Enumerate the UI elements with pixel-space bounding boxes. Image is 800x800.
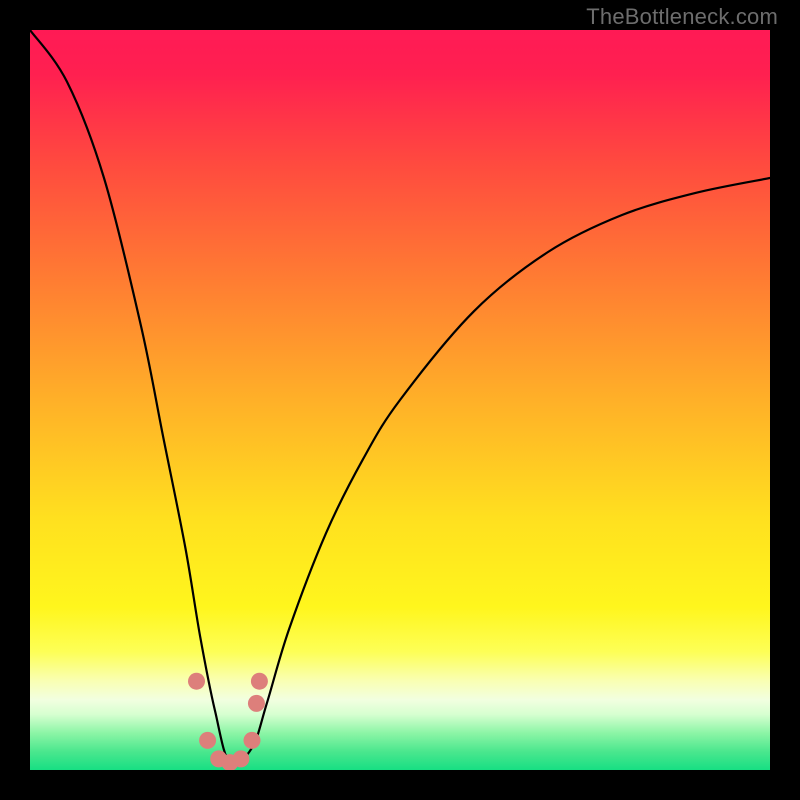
bottleneck-curve bbox=[30, 30, 770, 764]
watermark-text: TheBottleneck.com bbox=[586, 4, 778, 30]
curve-layer bbox=[30, 30, 770, 770]
marker-dot bbox=[199, 732, 216, 749]
highlight-dots bbox=[188, 673, 268, 770]
plot-area bbox=[30, 30, 770, 770]
marker-dot bbox=[248, 695, 265, 712]
marker-dot bbox=[232, 750, 249, 767]
marker-dot bbox=[251, 673, 268, 690]
marker-dot bbox=[244, 732, 261, 749]
chart-frame: TheBottleneck.com bbox=[0, 0, 800, 800]
marker-dot bbox=[188, 673, 205, 690]
